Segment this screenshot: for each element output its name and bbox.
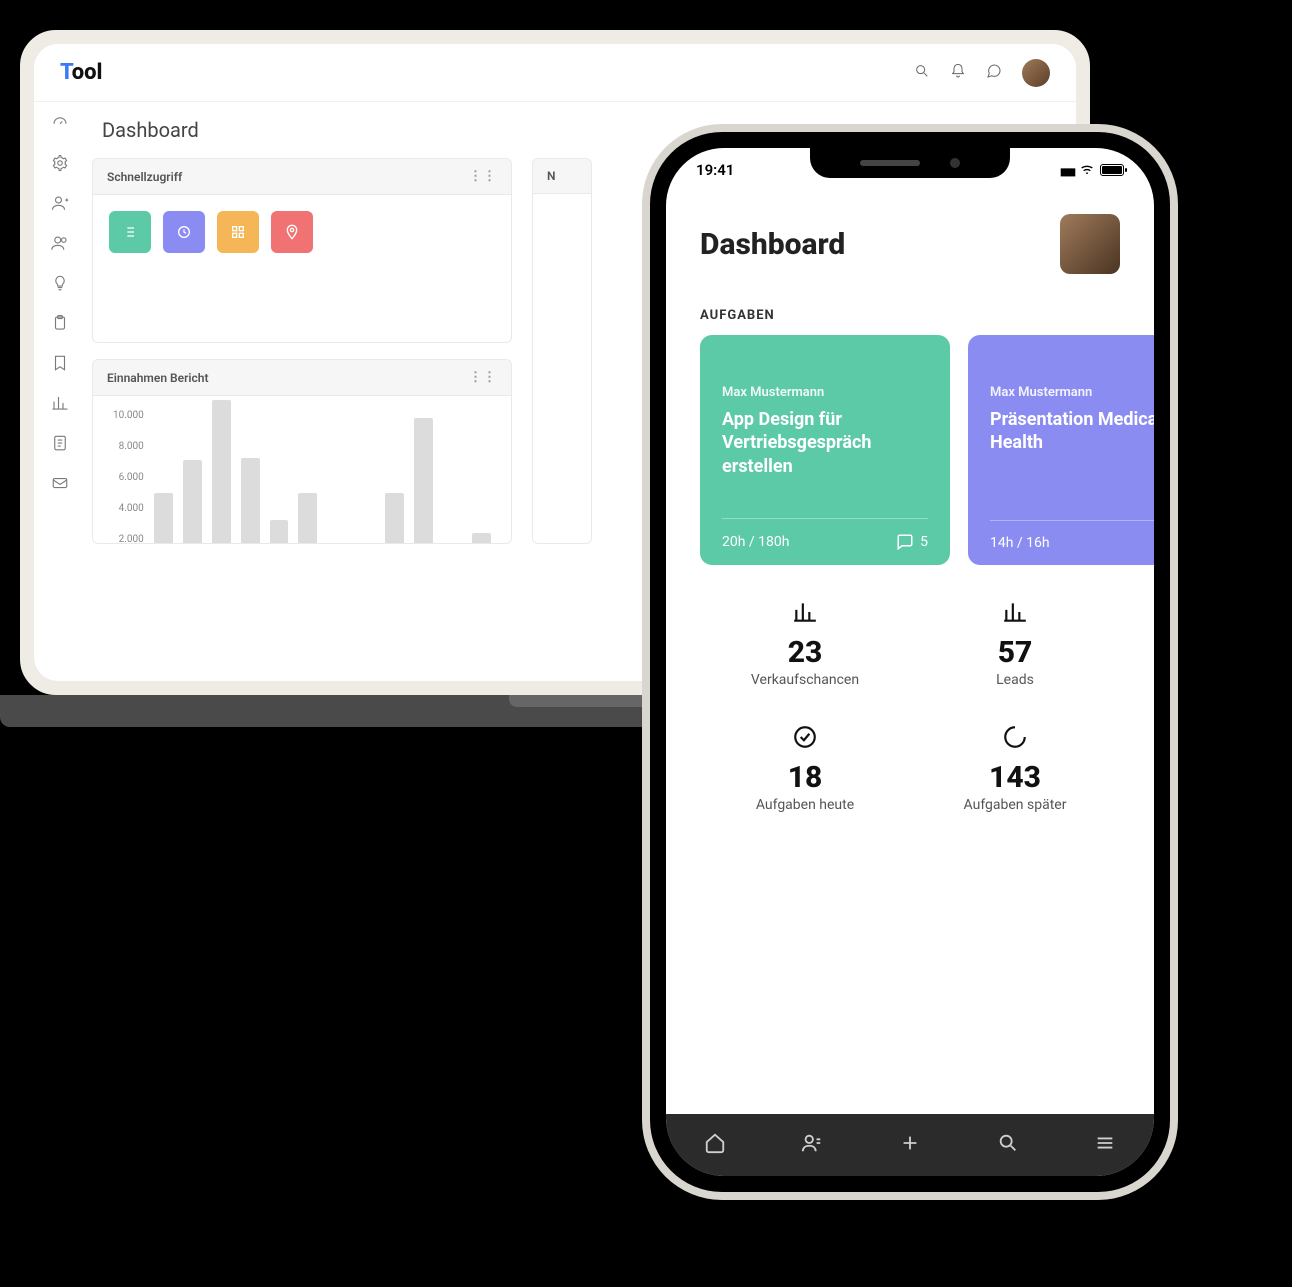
quick-tile-grid[interactable]	[217, 211, 259, 253]
metric-value: 57	[910, 635, 1120, 670]
metric-value: 23	[700, 635, 910, 670]
avatar[interactable]	[1022, 59, 1050, 87]
user-icon[interactable]	[51, 194, 69, 216]
drag-icon[interactable]: ⋮⋮	[469, 370, 497, 385]
tab-search[interactable]	[997, 1132, 1019, 1158]
tab-add[interactable]	[899, 1132, 921, 1158]
spinner-icon	[1002, 724, 1028, 750]
card-title: Einnahmen Bericht	[107, 371, 209, 385]
dashboard-icon[interactable]	[51, 114, 69, 136]
status-time: 19:41	[696, 161, 734, 179]
clipboard-icon[interactable]	[51, 314, 69, 336]
revenue-chart: 10.0008.0006.0004.0002.0000	[93, 396, 511, 544]
metric-label: Aufgaben heute	[700, 797, 910, 813]
notes-icon[interactable]	[51, 434, 69, 456]
metric-tasks-later[interactable]: 143 Aufgaben später	[910, 724, 1120, 813]
check-icon	[792, 724, 818, 750]
tab-contacts[interactable]	[801, 1132, 823, 1158]
quick-tile-list[interactable]	[109, 211, 151, 253]
battery-icon	[1100, 164, 1124, 176]
bell-icon[interactable]	[950, 63, 966, 83]
brand-logo: Tool	[60, 60, 102, 85]
quick-tile-clock[interactable]	[163, 211, 205, 253]
phone-notch	[810, 148, 1010, 178]
bookmark-icon[interactable]	[51, 354, 69, 376]
quick-tile-pin[interactable]	[271, 211, 313, 253]
chart-icon[interactable]	[51, 394, 69, 416]
task-owner: Max Mustermann	[990, 385, 1154, 400]
mobile-page-title: Dashboard	[700, 227, 845, 262]
metric-tasks-today[interactable]: 18 Aufgaben heute	[700, 724, 910, 813]
metric-label: Aufgaben später	[910, 797, 1120, 813]
task-hours: 20h / 180h	[722, 534, 789, 550]
signal-icon	[1060, 161, 1074, 179]
section-label: AUFGABEN	[666, 288, 1154, 335]
sidebar	[34, 102, 86, 681]
metric-value: 18	[700, 760, 910, 795]
phone-frame: 19:41 Dashboard AUFGABEN Max Mustermann …	[650, 132, 1170, 1192]
quick-access-card: Schnellzugriff ⋮⋮	[92, 158, 512, 343]
card-title: Schnellzugriff	[107, 170, 182, 184]
mail-icon[interactable]	[51, 474, 69, 496]
phone-app: 19:41 Dashboard AUFGABEN Max Mustermann …	[666, 148, 1154, 1176]
revenue-card: Einnahmen Bericht ⋮⋮ 10.0008.0006.0004.0…	[92, 359, 512, 544]
card-title: N	[547, 169, 556, 183]
task-title: Präsentation Medical Health	[990, 408, 1154, 455]
task-comments[interactable]: 5	[896, 533, 928, 551]
metric-opportunities[interactable]: 23 Verkaufschancen	[700, 599, 910, 688]
wifi-icon	[1079, 162, 1095, 178]
bulb-icon[interactable]	[51, 274, 69, 296]
metric-label: Verkaufschancen	[700, 672, 910, 688]
metric-value: 143	[910, 760, 1120, 795]
metric-leads[interactable]: 57 Leads	[910, 599, 1120, 688]
task-owner: Max Mustermann	[722, 385, 928, 400]
search-icon[interactable]	[914, 63, 930, 83]
task-title: App Design für Vertriebsgespräch erstell…	[722, 408, 928, 478]
tab-bar	[666, 1114, 1154, 1176]
metrics-grid: 23 Verkaufschancen 57 Leads 18 Aufgaben …	[666, 565, 1154, 823]
gear-icon[interactable]	[51, 154, 69, 176]
bars-icon	[792, 599, 818, 625]
users-icon[interactable]	[51, 234, 69, 256]
task-card[interactable]: Max Mustermann Präsentation Medical Heal…	[968, 335, 1154, 565]
avatar[interactable]	[1060, 214, 1120, 274]
task-hours: 14h / 16h	[990, 535, 1050, 551]
task-list[interactable]: Max Mustermann App Design für Vertriebsg…	[666, 335, 1154, 565]
top-bar: Tool	[34, 44, 1076, 102]
drag-icon[interactable]: ⋮⋮	[469, 169, 497, 184]
task-card[interactable]: Max Mustermann App Design für Vertriebsg…	[700, 335, 950, 565]
tab-home[interactable]	[704, 1132, 726, 1158]
bars-icon	[1002, 599, 1028, 625]
tab-menu[interactable]	[1094, 1132, 1116, 1158]
chat-icon[interactable]	[986, 63, 1002, 83]
metric-label: Leads	[910, 672, 1120, 688]
secondary-card: N	[532, 158, 592, 544]
